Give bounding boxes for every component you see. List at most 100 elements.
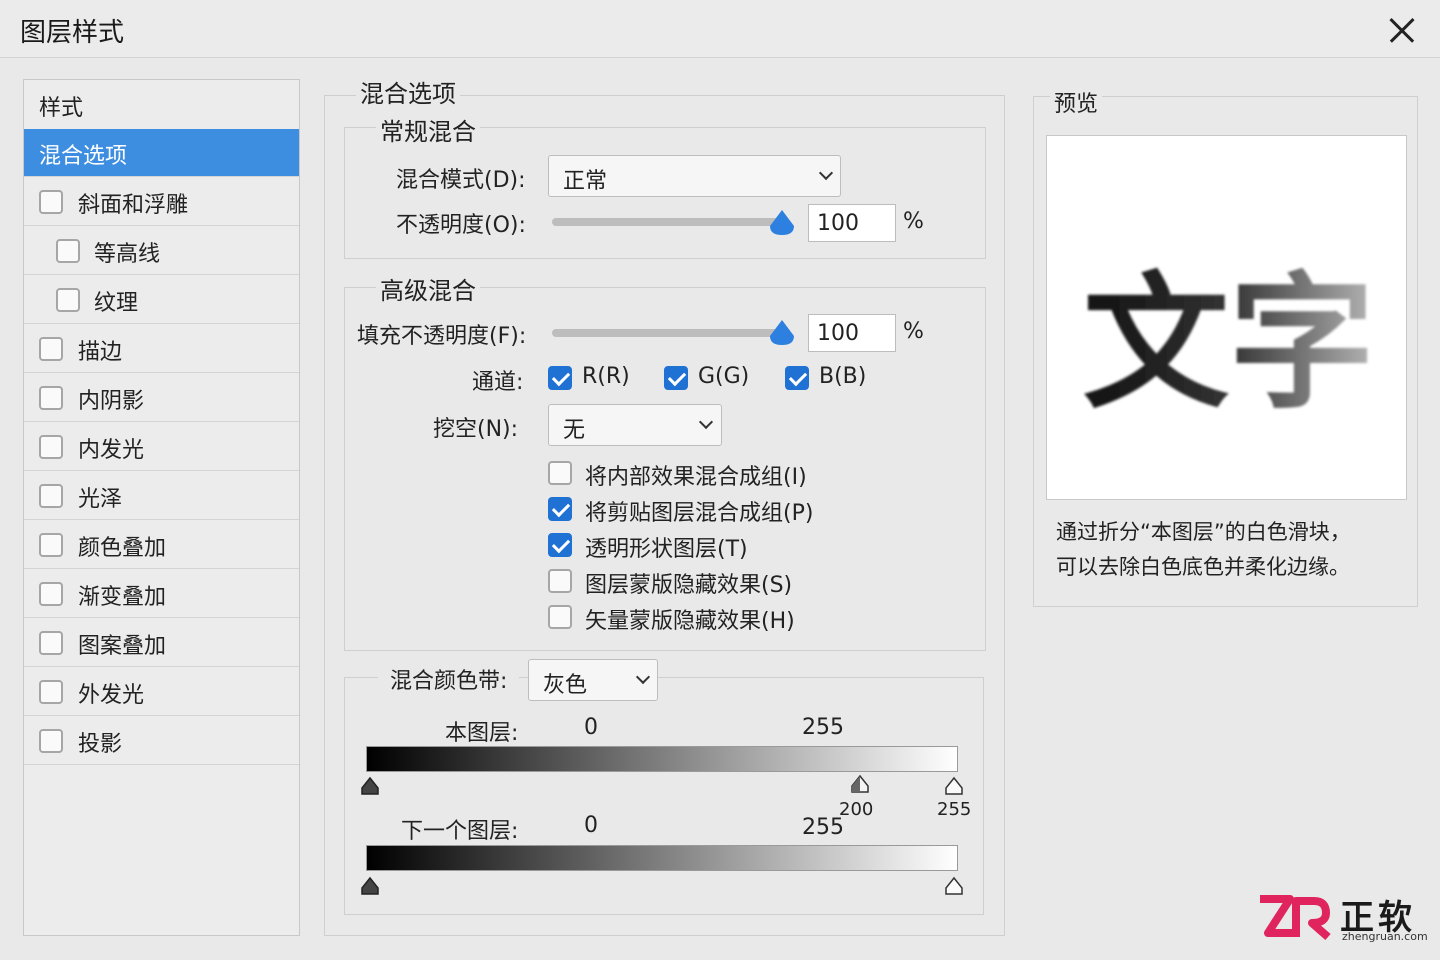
underlying-layer-min: 0 bbox=[584, 813, 598, 838]
sidebar-item-label: 图案叠加 bbox=[78, 634, 167, 659]
sidebar-item-inner-shadow[interactable]: 内阴影 bbox=[24, 374, 299, 422]
general-blending-title: 常规混合 bbox=[376, 112, 480, 147]
knockout-value: 无 bbox=[563, 418, 586, 443]
sidebar-item-label: 投影 bbox=[78, 732, 123, 757]
checkbox[interactable] bbox=[39, 582, 63, 606]
checkbox[interactable] bbox=[39, 484, 63, 508]
option-vector-mask-hides-checkbox[interactable] bbox=[548, 605, 572, 629]
opacity-input[interactable]: 100 bbox=[808, 204, 896, 242]
style-list-header[interactable]: 样式 bbox=[39, 90, 83, 122]
sidebar-item-texture[interactable]: 纹理 bbox=[24, 276, 299, 324]
sidebar-item-blending-options[interactable]: 混合选项 bbox=[24, 129, 299, 177]
option-blend-interior-checkbox[interactable] bbox=[548, 461, 572, 485]
fill-opacity-slider-track[interactable] bbox=[552, 329, 782, 337]
checkbox[interactable] bbox=[39, 337, 63, 361]
preview-sample-text: 文字 bbox=[1083, 259, 1375, 429]
sidebar-item-outer-glow[interactable]: 外发光 bbox=[24, 668, 299, 716]
opacity-label: 不透明度(O): bbox=[396, 213, 526, 238]
blend-mode-select[interactable]: 正常 bbox=[548, 155, 841, 197]
sidebar-item-color-overlay[interactable]: 颜色叠加 bbox=[24, 521, 299, 569]
channel-r-checkbox[interactable] bbox=[548, 366, 572, 390]
sidebar-item-pattern-overlay[interactable]: 图案叠加 bbox=[24, 619, 299, 667]
knockout-select[interactable]: 无 bbox=[548, 404, 722, 446]
underlying-layer-black-slider[interactable] bbox=[360, 876, 380, 896]
blend-if-group bbox=[344, 677, 984, 915]
fill-opacity-value: 100 bbox=[817, 321, 859, 346]
blending-options-title: 混合选项 bbox=[356, 74, 460, 109]
sidebar-item-stroke[interactable]: 描边 bbox=[24, 325, 299, 373]
fill-opacity-input[interactable]: 100 bbox=[808, 314, 896, 352]
this-layer-split-left: 200 bbox=[839, 799, 874, 820]
preview-canvas: 文字 bbox=[1046, 135, 1407, 500]
knockout-label: 挖空(N): bbox=[433, 417, 519, 442]
sidebar-item-drop-shadow[interactable]: 投影 bbox=[24, 717, 299, 765]
blend-if-label: 混合颜色带: bbox=[378, 663, 520, 695]
style-list: 样式 混合选项 斜面和浮雕 等高线 纹理 描边 内阴影 内发光 光泽 颜色叠加 … bbox=[23, 79, 300, 936]
fill-opacity-slider-handle[interactable] bbox=[768, 318, 796, 346]
watermark-logo bbox=[1260, 895, 1331, 941]
sidebar-item-inner-glow[interactable]: 内发光 bbox=[24, 423, 299, 471]
fill-opacity-label: 填充不透明度(F): bbox=[357, 324, 527, 349]
close-icon[interactable] bbox=[1384, 12, 1420, 48]
opacity-slider-handle[interactable] bbox=[768, 208, 796, 236]
option-layer-mask-hides-checkbox[interactable] bbox=[548, 569, 572, 593]
checkbox[interactable] bbox=[56, 288, 80, 312]
this-layer-white-slider-left[interactable] bbox=[850, 774, 870, 794]
sidebar-item-label: 渐变叠加 bbox=[78, 585, 167, 610]
underlying-layer-white-slider[interactable] bbox=[944, 876, 964, 896]
checkbox[interactable] bbox=[39, 435, 63, 459]
checkbox[interactable] bbox=[39, 631, 63, 655]
sidebar-item-label: 等高线 bbox=[94, 242, 161, 267]
sidebar-item-label: 颜色叠加 bbox=[78, 536, 167, 561]
option-blend-interior-label: 将内部效果混合成组(I) bbox=[585, 465, 807, 490]
preview-image: 文字 bbox=[1083, 259, 1375, 429]
channel-b-label: B(B) bbox=[819, 364, 867, 389]
this-layer-max: 255 bbox=[802, 715, 844, 740]
option-vector-mask-hides-label: 矢量蒙版隐藏效果(H) bbox=[585, 609, 795, 634]
sidebar-item-label: 混合选项 bbox=[39, 144, 128, 169]
this-layer-white-slider-right[interactable] bbox=[944, 776, 964, 796]
checkbox[interactable] bbox=[39, 386, 63, 410]
checkbox[interactable] bbox=[56, 239, 80, 263]
sidebar-item-label: 内阴影 bbox=[78, 389, 145, 414]
this-layer-min: 0 bbox=[584, 715, 598, 740]
sidebar-item-satin[interactable]: 光泽 bbox=[24, 472, 299, 520]
this-layer-label: 本图层: bbox=[445, 721, 519, 746]
option-transparency-shapes-checkbox[interactable] bbox=[548, 533, 572, 557]
channel-g-checkbox[interactable] bbox=[664, 366, 688, 390]
underlying-layer-label: 下一个图层: bbox=[401, 819, 519, 844]
option-layer-mask-hides-label: 图层蒙版隐藏效果(S) bbox=[585, 573, 793, 598]
option-transparency-shapes-label: 透明形状图层(T) bbox=[585, 537, 748, 562]
sidebar-item-label: 外发光 bbox=[78, 683, 145, 708]
sidebar-item-gradient-overlay[interactable]: 渐变叠加 bbox=[24, 570, 299, 618]
this-layer-split-right: 255 bbox=[937, 799, 972, 820]
opacity-unit: % bbox=[903, 209, 924, 234]
preview-caption-line1: 通过折分“本图层”的白色滑块， bbox=[1056, 520, 1351, 544]
underlying-layer-gradient bbox=[366, 845, 958, 871]
opacity-slider-track[interactable] bbox=[552, 218, 782, 226]
advanced-blending-title: 高级混合 bbox=[376, 271, 480, 306]
chevron-down-icon bbox=[635, 669, 651, 685]
checkbox[interactable] bbox=[39, 533, 63, 557]
checkbox[interactable] bbox=[39, 680, 63, 704]
this-layer-black-slider[interactable] bbox=[360, 776, 380, 796]
sidebar-item-label: 描边 bbox=[78, 340, 123, 365]
sidebar-item-contour[interactable]: 等高线 bbox=[24, 227, 299, 275]
sidebar-item-bevel-emboss[interactable]: 斜面和浮雕 bbox=[24, 178, 299, 226]
option-blend-clipped-label: 将剪贴图层混合成组(P) bbox=[585, 501, 814, 526]
sidebar-item-label: 内发光 bbox=[78, 438, 145, 463]
preview-title: 预览 bbox=[1050, 86, 1103, 118]
blend-if-value: 灰色 bbox=[543, 673, 588, 698]
chevron-down-icon bbox=[818, 165, 834, 181]
sidebar-item-label: 光泽 bbox=[78, 487, 123, 512]
option-blend-clipped-checkbox[interactable] bbox=[548, 497, 572, 521]
checkbox[interactable] bbox=[39, 190, 63, 214]
fill-opacity-unit: % bbox=[903, 319, 924, 344]
checkbox[interactable] bbox=[39, 729, 63, 753]
channel-b-checkbox[interactable] bbox=[785, 366, 809, 390]
blend-if-select[interactable]: 灰色 bbox=[528, 659, 658, 701]
opacity-value: 100 bbox=[817, 211, 859, 236]
watermark-url: zhengruan.com bbox=[1342, 930, 1428, 943]
title-bar: 图层样式 bbox=[0, 0, 1440, 58]
channels-label: 通道: bbox=[472, 370, 524, 395]
